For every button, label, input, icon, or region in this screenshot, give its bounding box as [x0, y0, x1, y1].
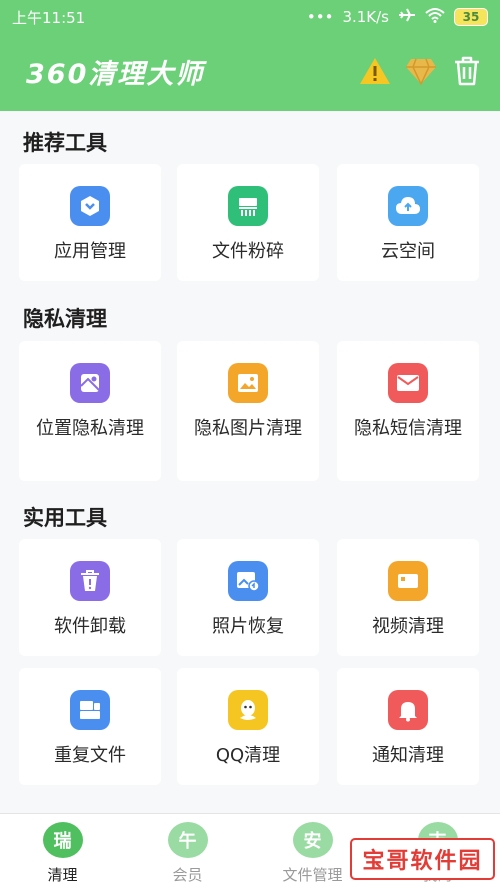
qq-icon [228, 690, 268, 730]
tool-label: QQ清理 [215, 745, 281, 766]
battery-indicator: 35 [454, 8, 488, 26]
app-bar: 360清理大师 [0, 38, 500, 104]
tool-private-image[interactable]: 隐私图片清理 [177, 341, 319, 481]
nav-file-manager-icon: 安 [292, 822, 333, 858]
tool-file-shred[interactable]: 文件粉碎 [177, 164, 319, 281]
tool-notification-clean[interactable]: 通知清理 [337, 668, 479, 785]
watermark: 宝哥软件园 [350, 838, 495, 880]
notification-bell-icon [388, 690, 428, 730]
airplane-icon [398, 7, 416, 27]
nav-member-icon: 午 [167, 822, 208, 858]
nav-tab-clean[interactable]: 瑞 清理 [0, 814, 125, 885]
status-time: 上午11:51 [12, 8, 86, 27]
tool-app-manage[interactable]: 应用管理 [19, 164, 161, 281]
tool-location-privacy[interactable]: 位置隐私清理 [19, 341, 161, 481]
app-title: 360清理大师 [26, 58, 205, 90]
status-dots: ••• [306, 8, 334, 26]
section-title-recommended: 推荐工具 [23, 131, 107, 155]
tool-cloud-space[interactable]: 云空间 [337, 164, 479, 281]
tool-label: 隐私短信清理 [354, 418, 462, 439]
tool-label: 隐私图片清理 [194, 418, 302, 439]
location-privacy-icon [70, 363, 110, 403]
tool-uninstall[interactable]: 软件卸载 [19, 539, 161, 656]
tool-label: 文件粉碎 [212, 241, 284, 262]
status-bar: 上午11:51 ••• 3.1K/s 35 [0, 0, 500, 34]
appbar-actions [358, 54, 484, 88]
video-clean-icon [388, 561, 428, 601]
tool-photo-restore[interactable]: 照片恢复 [177, 539, 319, 656]
tool-label: 云空间 [381, 241, 435, 262]
photo-restore-icon [228, 561, 268, 601]
wifi-icon [425, 7, 445, 27]
tool-private-sms[interactable]: 隐私短信清理 [337, 341, 479, 481]
tools-content: 推荐工具 应用管理 文件粉碎 云空间 隐私清理 位置隐私清理 隐私图片清理 隐私… [0, 111, 500, 813]
tool-video-clean[interactable]: 视频清理 [337, 539, 479, 656]
tool-duplicate-file[interactable]: 重复文件 [19, 668, 161, 785]
tool-label: 重复文件 [54, 745, 126, 766]
tool-label: 位置隐私清理 [36, 418, 144, 439]
duplicate-file-icon [70, 690, 110, 730]
section-title-utility: 实用工具 [23, 506, 107, 530]
tool-label: 软件卸载 [54, 616, 126, 637]
trash-icon[interactable] [450, 54, 484, 88]
header: 上午11:51 ••• 3.1K/s 35 360清理大师 [0, 0, 500, 111]
file-shred-icon [228, 186, 268, 226]
app-manage-icon [70, 186, 110, 226]
tool-label: 应用管理 [54, 241, 126, 262]
tool-label: 照片恢复 [212, 616, 284, 637]
warning-icon[interactable] [358, 54, 392, 88]
private-sms-icon [388, 363, 428, 403]
nav-tab-member[interactable]: 午 会员 [125, 814, 250, 885]
uninstall-icon [70, 561, 110, 601]
tool-label: 通知清理 [372, 745, 444, 766]
network-speed: 3.1K/s [342, 8, 389, 26]
diamond-icon[interactable] [404, 54, 438, 88]
nav-label: 文件管理 [282, 866, 343, 884]
nav-label: 会员 [172, 866, 203, 884]
tool-qq-clean[interactable]: QQ清理 [177, 668, 319, 785]
nav-clean-icon: 瑞 [42, 822, 83, 858]
cloud-icon [388, 186, 428, 226]
tool-label: 视频清理 [372, 616, 444, 637]
section-title-privacy: 隐私清理 [23, 307, 107, 331]
nav-label: 清理 [47, 866, 78, 884]
status-indicators: ••• 3.1K/s 35 [307, 7, 488, 27]
private-image-icon [228, 363, 268, 403]
